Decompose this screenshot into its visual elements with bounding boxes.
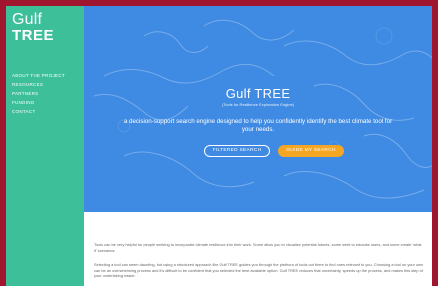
page-frame: Gulf TREE ABOUT THE PROJECT RESOURCES PA… [6,6,432,286]
logo-line-gulf: Gulf [12,11,43,28]
hero-description: a decision-support search engine designe… [123,118,393,133]
intro-paragraph-1: Tools can be very helpful for people see… [94,242,422,253]
hero-subtitle: (Tools for Resilience Exploration Engine… [221,102,295,107]
sidebar-nav: ABOUT THE PROJECT RESOURCES PARTNERS FUN… [12,71,65,116]
gulf-tree-logo[interactable]: Gulf TREE [12,11,55,44]
gulf-coast-map-illustration [93,19,432,199]
intro-paragraph-2: Selecting a tool can seem daunting, but … [94,262,424,278]
sidebar: Gulf TREE ABOUT THE PROJECT RESOURCES PA… [6,6,84,286]
logo-line-tree: TREE [12,27,55,44]
nav-item-resources[interactable]: RESOURCES [12,80,65,89]
nav-item-funding[interactable]: FUNDING [12,98,65,107]
hero-banner: Gulf TREE (Tools for Resilience Explorat… [84,6,432,212]
filtered-search-button[interactable]: FILTERED SEARCH [204,145,270,157]
guide-my-search-button[interactable]: GUIDE MY SEARCH [278,145,344,157]
hero-title: Gulf TREE [225,86,291,101]
nav-item-partners[interactable]: PARTNERS [12,89,65,98]
nav-item-contact[interactable]: CONTACT [12,107,65,116]
nav-item-about[interactable]: ABOUT THE PROJECT [12,71,65,80]
